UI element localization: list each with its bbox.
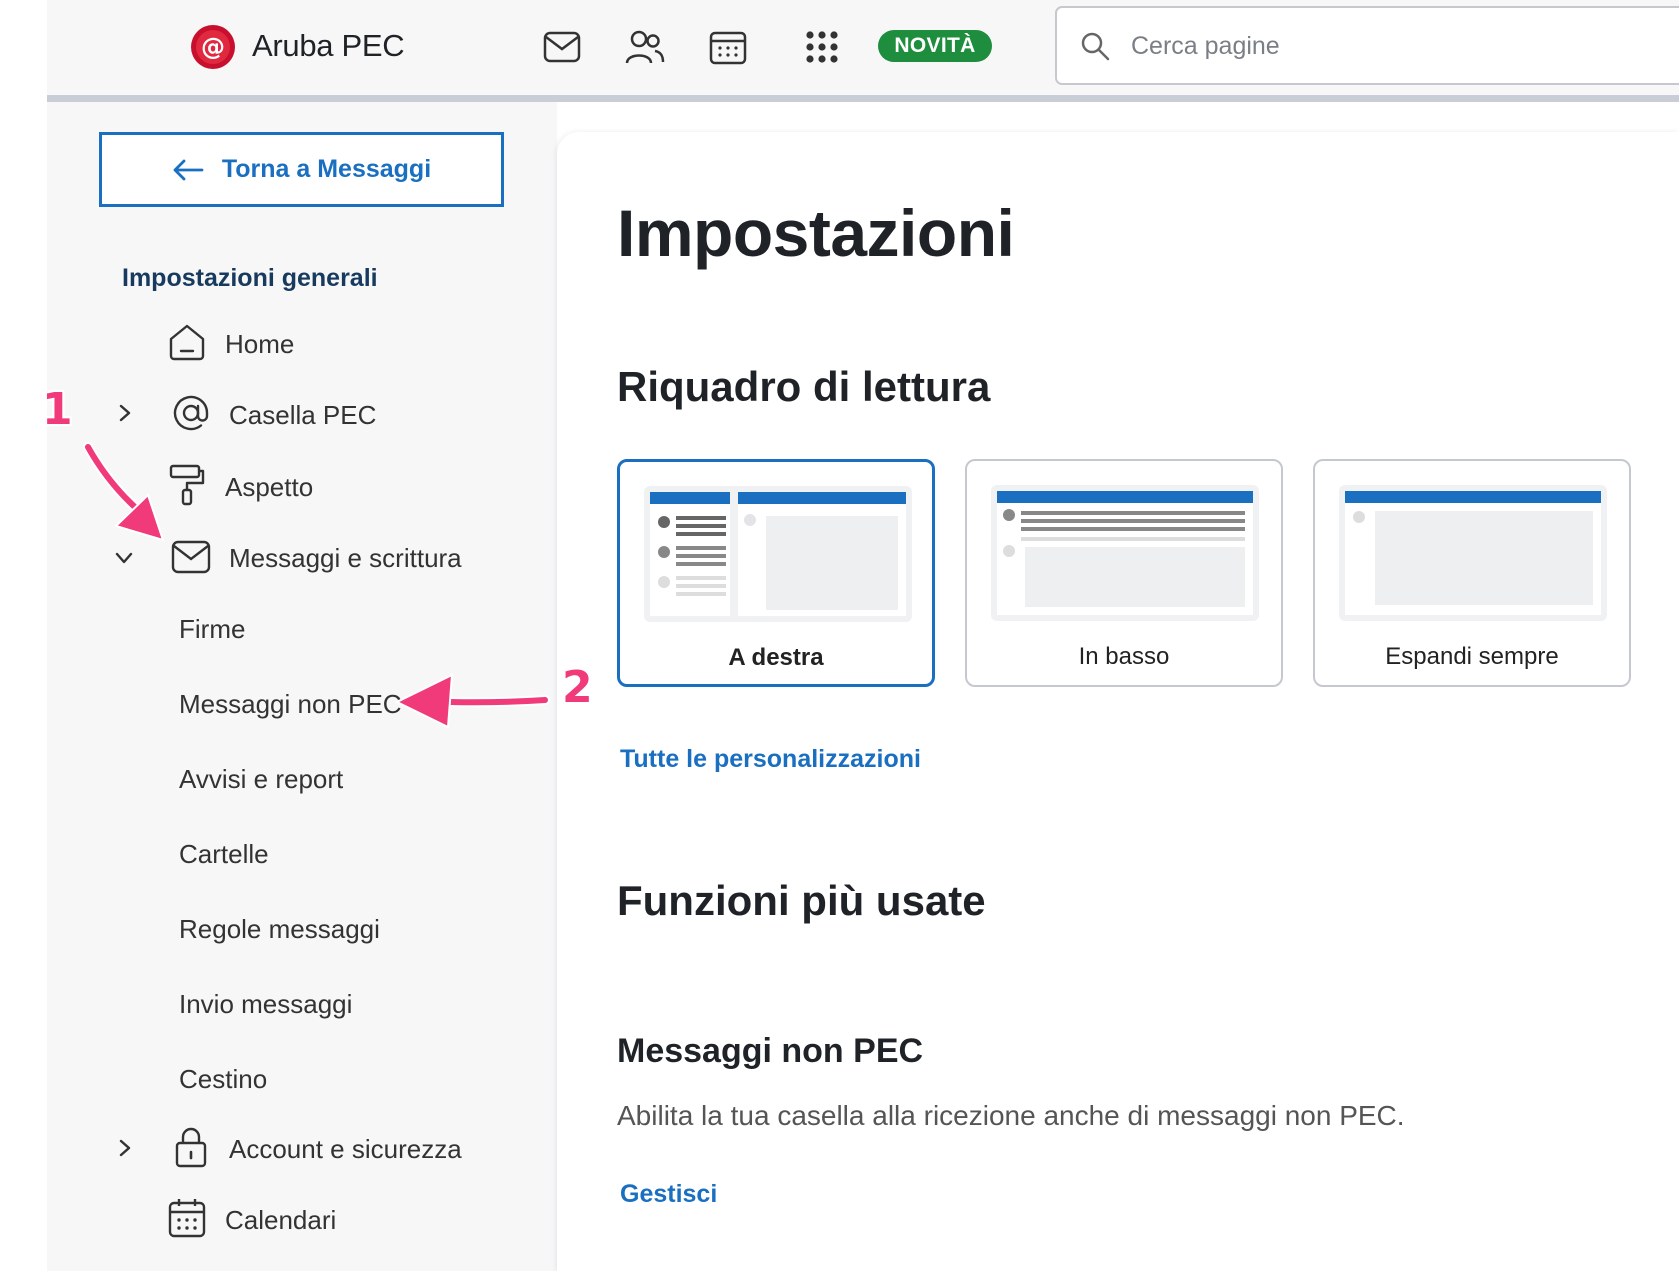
sidebar-subitem-invio-messaggi[interactable]: Invio messaggi: [179, 989, 352, 1020]
home-icon: [165, 320, 209, 364]
search-input[interactable]: [1131, 24, 1671, 68]
preview-right-layout: [644, 486, 912, 622]
chevron-right-icon[interactable]: [113, 401, 137, 425]
preview-bottom-layout: [991, 485, 1259, 621]
brand-name: Aruba PEC: [252, 28, 405, 63]
sidebar-item-home[interactable]: Home: [225, 329, 294, 360]
aruba-logo[interactable]: @: [188, 22, 238, 72]
option-label: In basso: [1078, 643, 1170, 670]
arrow-left-icon: [173, 159, 204, 180]
apps-grid-icon[interactable]: [801, 26, 843, 68]
sidebar-subitem-messaggi-non-pec[interactable]: Messaggi non PEC: [179, 689, 402, 720]
section-title: Impostazioni generali: [122, 264, 378, 292]
preview-expand-layout: [1339, 485, 1607, 621]
search-icon: [1081, 32, 1110, 61]
all-customizations-link[interactable]: Tutte le personalizzazioni: [620, 745, 921, 774]
sidebar-item-messaggi-e-scrittura[interactable]: Messaggi e scrittura: [229, 543, 462, 574]
manage-link[interactable]: Gestisci: [620, 1180, 717, 1209]
option-label: Espandi sempre: [1385, 643, 1559, 670]
page-title: Impostazioni: [617, 196, 1015, 270]
calendar-icon[interactable]: [707, 26, 749, 68]
at-icon: [169, 391, 213, 435]
sidebar-subitem-cartelle[interactable]: Cartelle: [179, 839, 269, 870]
left-gutter: [0, 0, 47, 1271]
calendar-icon: [165, 1196, 209, 1240]
chevron-right-icon[interactable]: [113, 1136, 137, 1160]
contacts-icon[interactable]: [624, 26, 666, 68]
sidebar-subitem-firme[interactable]: Firme: [179, 614, 245, 645]
chevron-down-icon[interactable]: [112, 546, 136, 570]
annotation-number-1: 1: [42, 384, 73, 435]
non-pec-section-title: Messaggi non PEC: [617, 1032, 924, 1070]
lock-icon: [169, 1125, 213, 1169]
reading-pane-option-right[interactable]: A destra: [617, 459, 935, 687]
mail-icon: [169, 535, 213, 579]
svg-text:@: @: [201, 33, 225, 61]
sidebar-item-calendari[interactable]: Calendari: [225, 1205, 336, 1236]
back-button-label: Torna a Messaggi: [221, 155, 432, 183]
annotation-number-2: 2: [562, 662, 593, 713]
reading-pane-title: Riquadro di lettura: [617, 363, 991, 410]
sidebar-subitem-avvisi-e-report[interactable]: Avvisi e report: [179, 764, 343, 795]
non-pec-description: Abilita la tua casella alla ricezione an…: [617, 1100, 1405, 1131]
back-to-messages-button[interactable]: Torna a Messaggi: [99, 132, 504, 207]
news-badge[interactable]: NOVITÀ: [878, 30, 992, 62]
search-box[interactable]: [1055, 6, 1679, 85]
sidebar-subitem-regole-messaggi[interactable]: Regole messaggi: [179, 914, 380, 945]
top-bar-divider: [47, 95, 1679, 102]
most-used-title: Funzioni più usate: [617, 877, 986, 924]
sidebar-item-casella-pec[interactable]: Casella PEC: [229, 400, 376, 431]
option-label: A destra: [728, 644, 824, 671]
sidebar-subitem-cestino[interactable]: Cestino: [179, 1064, 267, 1095]
reading-pane-option-expand[interactable]: Espandi sempre: [1313, 459, 1631, 687]
sidebar-item-aspetto[interactable]: Aspetto: [225, 472, 313, 503]
reading-pane-option-bottom[interactable]: In basso: [965, 459, 1283, 687]
sidebar-item-account-e-sicurezza[interactable]: Account e sicurezza: [229, 1134, 462, 1165]
mail-icon[interactable]: [541, 26, 583, 68]
paint-roller-icon: [165, 463, 209, 507]
